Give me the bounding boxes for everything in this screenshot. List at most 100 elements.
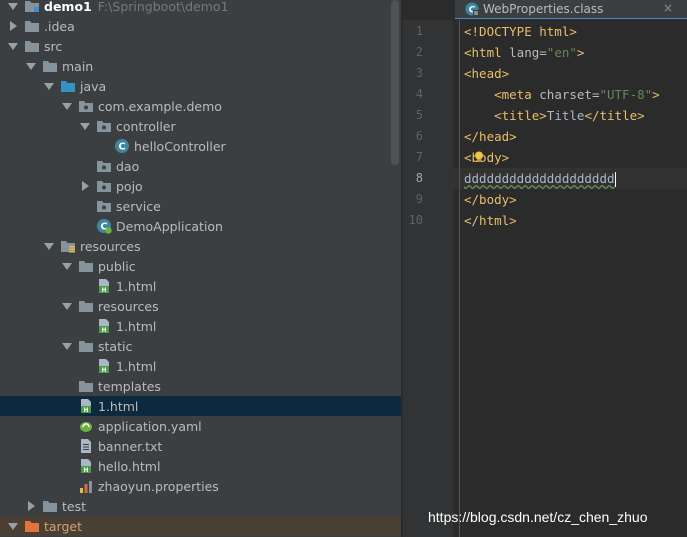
package-icon [78, 98, 94, 114]
code-line[interactable]: </body> [464, 189, 517, 210]
line-number: 5 [415, 108, 423, 122]
arrow-spacer [80, 316, 90, 336]
tree-item-controller[interactable]: controller [0, 116, 401, 136]
tree-item-label: application.yaml [98, 418, 202, 434]
arrow-spacer [80, 156, 90, 176]
tree-item-zhaoyun-properties[interactable]: zhaoyun.properties [0, 476, 401, 496]
expand-arrow-icon[interactable] [62, 336, 72, 356]
tree-item-templates[interactable]: templates [0, 376, 401, 396]
code-token: <body> [464, 150, 510, 165]
fold-gutter-line [459, 20, 460, 537]
tree-item-banner-txt[interactable]: banner.txt [0, 436, 401, 456]
tree-item-label: main [62, 58, 94, 74]
tree-item-label: static [98, 338, 133, 354]
tree-item-idea[interactable]: .idea [0, 16, 401, 36]
expand-arrow-icon[interactable] [44, 236, 54, 256]
code-token: charset= [539, 87, 600, 102]
html-file-icon: H [96, 278, 112, 294]
project-scrollbar[interactable] [391, 0, 399, 165]
line-number: 10 [408, 213, 423, 227]
tree-item-static-1-html[interactable]: H 1.html [0, 356, 401, 376]
tree-item-resources-sub[interactable]: resources [0, 296, 401, 316]
folder-icon [24, 18, 40, 34]
editor-tab[interactable]: C WebProperties.class × [455, 0, 687, 19]
tree-item-application-yaml[interactable]: application.yaml [0, 416, 401, 436]
code-line[interactable]: dddddddddddddddddddd [464, 168, 616, 189]
tree-item-com-example-demo[interactable]: com.example.demo [0, 96, 401, 116]
code-line[interactable]: <!DOCTYPE html> [464, 21, 577, 42]
expand-arrow-icon[interactable] [44, 76, 54, 96]
tree-item-hellocontroller[interactable]: ChelloController [0, 136, 401, 156]
expand-arrow-icon[interactable] [8, 0, 18, 16]
tree-item-java[interactable]: java [0, 76, 401, 96]
code-token: </head> [464, 129, 517, 144]
arrow-spacer [80, 356, 90, 376]
close-icon[interactable]: × [663, 1, 673, 15]
code-line[interactable]: <title>Title</title> [464, 105, 645, 126]
tree-item-hello-html[interactable]: Hhello.html [0, 456, 401, 476]
tree-item-label: 1.html [116, 278, 157, 294]
code-token: > [652, 87, 660, 102]
line-number: 4 [415, 87, 423, 101]
tree-item-label: test [62, 498, 87, 514]
tree-item-service[interactable]: service [0, 196, 401, 216]
arrow-spacer [80, 276, 90, 296]
tree-item-demo1[interactable]: demo1 F:\Springboot\demo1 [0, 0, 401, 16]
text-caret [614, 172, 616, 187]
tree-item-dao[interactable]: dao [0, 156, 401, 176]
package-icon [96, 178, 112, 194]
code-token: </body> [464, 192, 517, 207]
code-token: "UTF-8" [599, 87, 653, 102]
package-icon [96, 118, 112, 134]
tree-item-test[interactable]: test [0, 496, 401, 516]
tree-item-pojo[interactable]: pojo [0, 176, 401, 196]
tree-item-public[interactable]: public [0, 256, 401, 276]
code-line[interactable]: </html> [464, 210, 517, 231]
collapse-arrow-icon[interactable] [80, 176, 90, 196]
code-line[interactable]: <meta charset="UTF-8"> [464, 84, 660, 105]
tree-item-label: src [44, 38, 63, 54]
collapse-arrow-icon[interactable] [8, 16, 18, 36]
expand-arrow-icon[interactable] [8, 516, 18, 536]
code-line[interactable]: </head> [464, 126, 517, 147]
tree-item-src[interactable]: src [0, 36, 401, 56]
tree-item-label: service [116, 198, 161, 214]
line-number: 7 [415, 150, 423, 164]
tree-item-static[interactable]: static [0, 336, 401, 356]
folder-icon [78, 338, 94, 354]
svg-text:H: H [101, 327, 106, 334]
code-line[interactable]: <body> [464, 147, 509, 168]
tree-item-label: demo1 [44, 0, 92, 14]
folder-icon [24, 38, 40, 54]
package-icon [96, 158, 112, 174]
tree-item-target[interactable]: target [0, 516, 401, 536]
collapse-arrow-icon[interactable] [26, 496, 36, 516]
text-file-icon [78, 438, 94, 454]
tree-item-resources-1-html[interactable]: H 1.html [0, 316, 401, 336]
arrow-spacer [62, 476, 72, 496]
tree-item-1-html[interactable]: H 1.html [0, 396, 401, 416]
tree-item-public-1-html[interactable]: H 1.html [0, 276, 401, 296]
expand-arrow-icon[interactable] [26, 56, 36, 76]
folder-icon [78, 378, 94, 394]
lightbulb-icon[interactable] [474, 151, 484, 163]
expand-arrow-icon[interactable] [62, 256, 72, 276]
expand-arrow-icon[interactable] [80, 116, 90, 136]
tree-item-resources[interactable]: resources [0, 236, 401, 256]
tree-item-label: public [98, 258, 136, 274]
expand-arrow-icon[interactable] [8, 36, 18, 56]
watermark-text: https://blog.csdn.net/cz_chen_zhuo [428, 509, 648, 525]
line-number: 3 [415, 66, 423, 80]
tree-item-demoapplication[interactable]: C DemoApplication [0, 216, 401, 236]
tree-item-label: 1.html [116, 318, 157, 334]
java-class-icon: C [114, 138, 130, 154]
expand-arrow-icon[interactable] [62, 96, 72, 116]
expand-arrow-icon[interactable] [62, 296, 72, 316]
code-editor[interactable]: 1 2 3 4 5 6 7 8 9 10 C WebProperties.class × <!DO… [403, 0, 687, 537]
folder-icon [42, 498, 58, 514]
tree-item-main[interactable]: main [0, 56, 401, 76]
code-line[interactable]: <html lang="en"> [464, 42, 584, 63]
project-tool-window: demo1 F:\Springboot\demo1 .idea src main java… [0, 0, 401, 537]
code-line[interactable]: <head> [464, 63, 509, 84]
